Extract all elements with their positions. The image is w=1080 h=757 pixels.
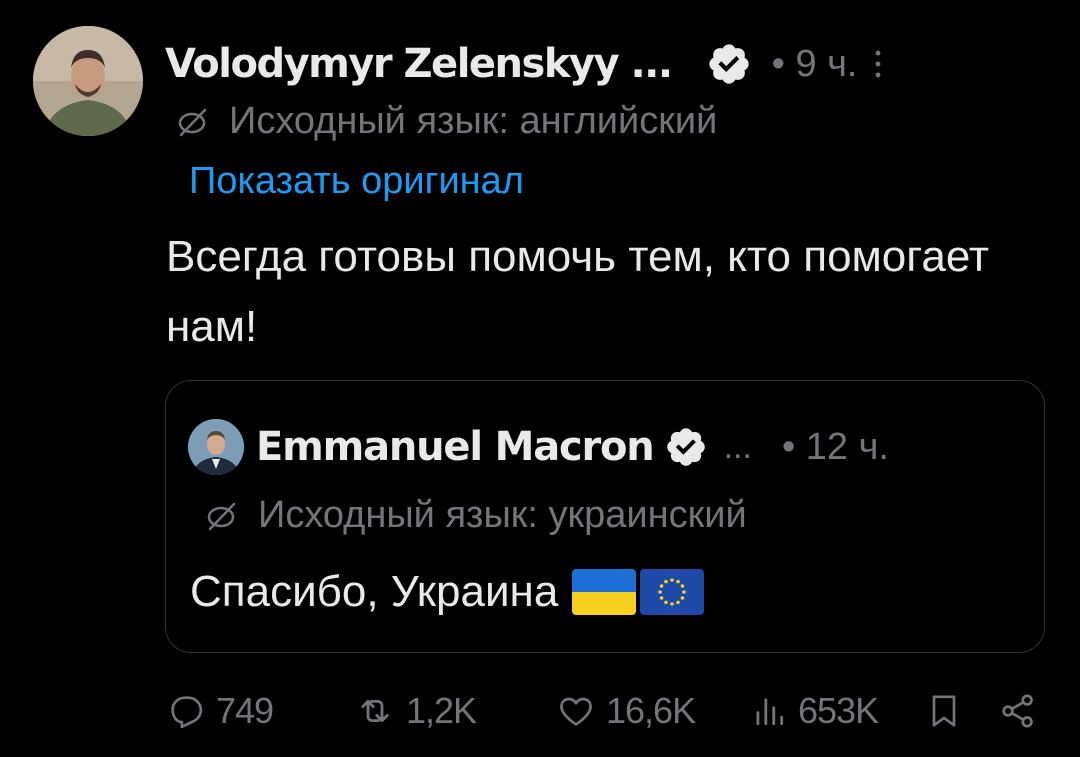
tweet-text: Всегда готовы помочь тем, кто помогает н…	[166, 232, 989, 351]
quoted-header: Emmanuel Macron ... • 12 ч.	[256, 419, 889, 475]
tweet-header: Volodymyr Zelenskyy ... • 9 ч.	[165, 36, 884, 92]
translate-icon	[175, 104, 211, 140]
like-button[interactable]: 16,6K	[556, 686, 696, 736]
quoted-text: Спасибо, Украина	[190, 567, 559, 616]
heart-icon	[560, 697, 592, 726]
retweet-icon	[361, 699, 389, 723]
reply-button[interactable]: 749	[166, 686, 274, 736]
views-count: 653K	[798, 690, 879, 731]
quoted-translation-note-text: Исходный язык: украинский	[258, 494, 747, 536]
retweet-count: 1,2K	[406, 690, 477, 731]
flag-ukraine-icon	[572, 569, 637, 615]
quoted-avatar[interactable]	[188, 419, 244, 475]
share-icon	[1002, 694, 1033, 728]
verified-badge-icon[interactable]	[706, 41, 752, 87]
verified-badge-icon[interactable]	[664, 425, 708, 469]
translation-note-text: Исходный язык: английский	[229, 100, 718, 142]
views-button[interactable]: 653K	[750, 686, 879, 736]
flag-eu-icon	[640, 569, 705, 615]
translation-note: Исходный язык: английский	[175, 100, 717, 143]
reply-count: 749	[216, 690, 274, 731]
bookmark-icon	[932, 695, 956, 727]
quoted-text-row: Спасибо, Украина	[190, 567, 705, 617]
retweet-button[interactable]: 1,2K	[354, 686, 477, 736]
more-vertical-icon[interactable]	[872, 44, 884, 84]
quoted-time: • 12 ч.	[781, 425, 889, 468]
quoted-translation-note: Исходный язык: украинский	[204, 494, 747, 537]
action-bar: 749 1,2K 16,6K 653K	[166, 686, 1046, 736]
quoted-ellipsis: ...	[723, 427, 752, 466]
reply-icon	[171, 696, 203, 729]
show-original-link[interactable]: Показать оригинал	[189, 160, 524, 203]
tweet-time[interactable]: • 9 ч.	[772, 43, 858, 86]
translate-icon	[204, 498, 240, 534]
like-count: 16,6K	[606, 690, 696, 731]
bookmark-button[interactable]	[924, 686, 964, 736]
share-button[interactable]	[998, 686, 1038, 736]
views-chart-icon	[756, 698, 784, 726]
author-name[interactable]: Volodymyr Zelenskyy ...	[165, 41, 673, 87]
quoted-tweet[interactable]: Emmanuel Macron ... • 12 ч. Исходный язы…	[165, 380, 1045, 653]
avatar[interactable]	[33, 26, 143, 136]
quoted-author-name[interactable]: Emmanuel Macron	[256, 424, 655, 470]
tweet[interactable]: Volodymyr Zelenskyy ... • 9 ч. Исходный …	[0, 0, 1080, 757]
